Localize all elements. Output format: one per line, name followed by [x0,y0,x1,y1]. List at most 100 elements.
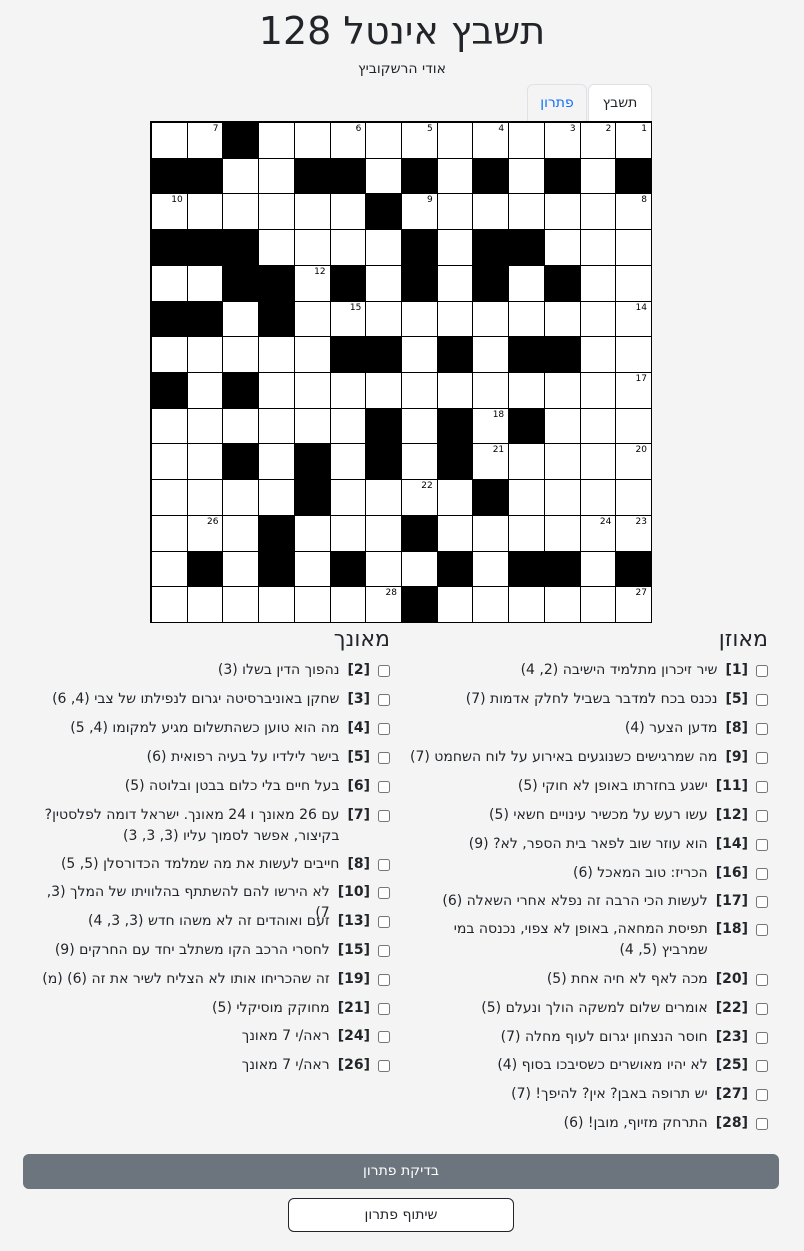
grid-cell[interactable] [472,550,509,587]
clue-checkbox[interactable] [378,887,390,899]
grid-cell[interactable] [222,586,259,622]
clue-checkbox[interactable] [378,694,390,706]
grid-cell[interactable]: 24 [579,514,616,551]
grid-cell[interactable] [401,336,437,372]
grid-cell[interactable] [258,407,294,444]
grid-cell[interactable] [186,336,223,372]
clue-checkbox[interactable] [378,723,390,735]
grid-cell[interactable]: 23 [615,514,651,551]
grid-cell[interactable] [258,122,294,158]
grid-cell[interactable] [293,122,330,158]
grid-cell[interactable] [615,336,651,372]
clue-checkbox[interactable] [756,694,768,706]
grid-cell[interactable] [472,300,509,337]
clue-checkbox[interactable] [378,752,390,764]
share-solution-button[interactable]: שיתוף פתרון [288,1198,514,1232]
clue-checkbox[interactable] [378,1003,390,1015]
grid-cell[interactable] [543,300,580,337]
clue-checkbox[interactable] [378,916,390,928]
grid-cell[interactable] [293,300,330,337]
grid-cell[interactable]: 28 [365,586,401,622]
clue-checkbox[interactable] [378,945,390,957]
grid-cell[interactable]: 18 [472,407,509,444]
grid-cell[interactable] [508,479,544,515]
grid-cell[interactable] [615,407,651,444]
grid-cell[interactable] [329,372,366,408]
clue-checkbox[interactable] [378,859,390,871]
grid-cell[interactable]: 1 [615,122,651,158]
clue-checkbox[interactable] [756,1118,768,1130]
grid-cell[interactable] [543,193,580,230]
grid-cell[interactable] [329,407,366,444]
clue-checkbox[interactable] [756,781,768,793]
grid-cell[interactable]: 7 [186,122,223,158]
grid-cell[interactable] [151,122,187,158]
grid-cell[interactable] [436,264,473,301]
clue-checkbox[interactable] [378,781,390,793]
clue-checkbox[interactable] [378,810,390,822]
grid-cell[interactable] [579,586,616,622]
grid-cell[interactable] [365,514,401,551]
grid-cell[interactable] [615,479,651,515]
grid-cell[interactable] [436,157,473,194]
grid-cell[interactable] [508,157,544,194]
grid-cell[interactable] [401,407,437,444]
grid-cell[interactable] [151,586,187,622]
clue-checkbox[interactable] [756,1032,768,1044]
grid-cell[interactable] [186,193,223,230]
grid-cell[interactable] [151,514,187,551]
grid-cell[interactable]: 26 [186,514,223,551]
grid-cell[interactable] [436,122,473,158]
grid-cell[interactable] [508,586,544,622]
grid-cell[interactable]: 9 [401,193,437,230]
grid-cell[interactable]: 10 [151,193,187,230]
grid-cell[interactable] [293,193,330,230]
clue-checkbox[interactable] [378,1031,390,1043]
grid-cell[interactable] [365,372,401,408]
grid-cell[interactable] [508,514,544,551]
grid-cell[interactable]: 27 [615,586,651,622]
grid-cell[interactable] [436,514,473,551]
grid-cell[interactable] [579,479,616,515]
grid-cell[interactable] [436,372,473,408]
grid-cell[interactable] [151,407,187,444]
grid-cell[interactable] [151,550,187,587]
clue-checkbox[interactable] [756,1003,768,1015]
grid-cell[interactable] [293,514,330,551]
grid-cell[interactable] [365,300,401,337]
grid-cell[interactable] [543,443,580,480]
grid-cell[interactable] [258,229,294,265]
grid-cell[interactable] [508,300,544,337]
grid-cell[interactable] [329,443,366,480]
grid-cell[interactable] [579,157,616,194]
grid-cell[interactable]: 3 [543,122,580,158]
tab-solution[interactable]: פתרון [527,84,587,122]
grid-cell[interactable] [508,193,544,230]
grid-cell[interactable] [508,443,544,480]
grid-cell[interactable] [365,264,401,301]
clue-checkbox[interactable] [756,1060,768,1072]
grid-cell[interactable] [329,514,366,551]
grid-cell[interactable] [543,514,580,551]
clue-checkbox[interactable] [378,1060,390,1072]
grid-cell[interactable] [222,157,259,194]
grid-cell[interactable] [151,479,187,515]
grid-cell[interactable] [401,443,437,480]
grid-cell[interactable] [472,586,509,622]
grid-cell[interactable] [472,514,509,551]
grid-cell[interactable] [258,157,294,194]
grid-cell[interactable]: 4 [472,122,509,158]
grid-cell[interactable] [472,336,509,372]
grid-cell[interactable] [401,550,437,587]
grid-cell[interactable]: 20 [615,443,651,480]
grid-cell[interactable] [508,122,544,158]
grid-cell[interactable] [151,264,187,301]
grid-cell[interactable] [293,550,330,587]
clue-checkbox[interactable] [756,974,768,986]
grid-cell[interactable] [222,407,259,444]
clue-checkbox[interactable] [756,752,768,764]
grid-cell[interactable]: 12 [293,264,330,301]
grid-cell[interactable] [615,229,651,265]
grid-cell[interactable] [508,372,544,408]
grid-cell[interactable] [615,264,651,301]
